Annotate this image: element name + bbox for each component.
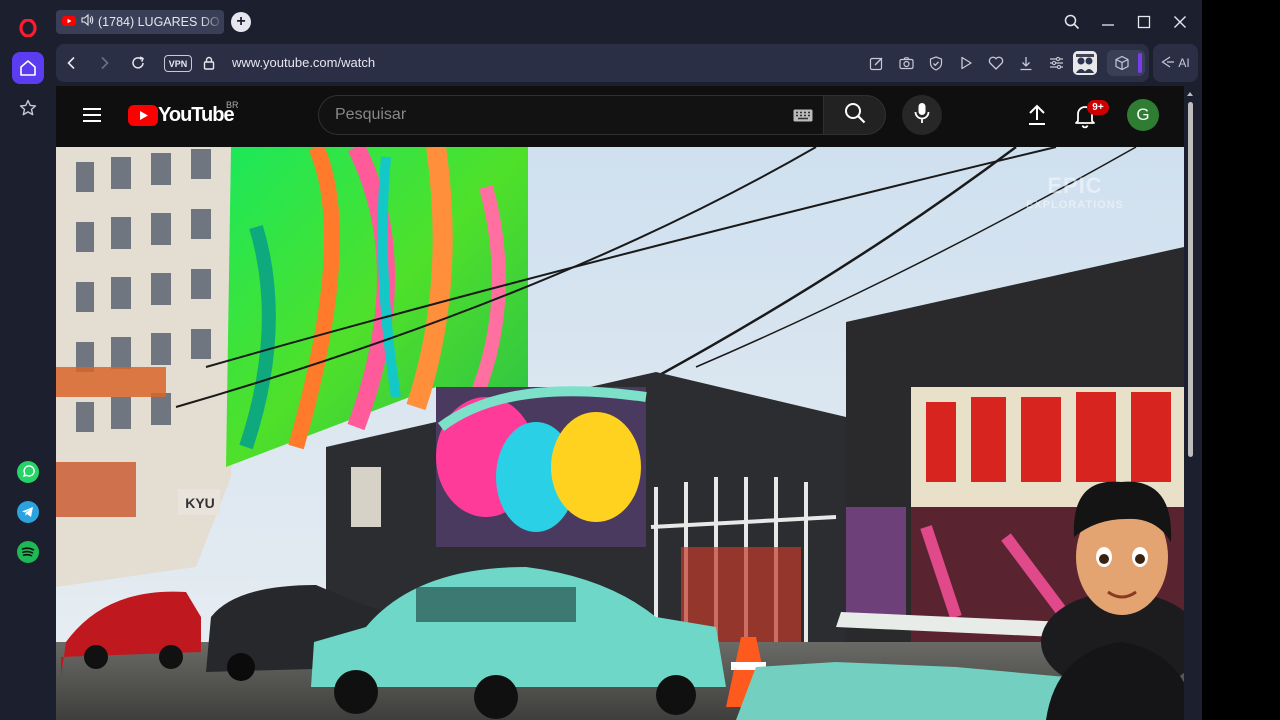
notification-badge: 9+ xyxy=(1087,100,1109,115)
lock-icon[interactable] xyxy=(199,53,219,73)
tab-fade xyxy=(200,10,224,34)
reload-icon[interactable] xyxy=(128,53,148,73)
region-code: BR xyxy=(226,100,239,110)
profile-extension-icon[interactable] xyxy=(1073,51,1097,75)
title-bar: (1784) LUGARES DO P + xyxy=(52,0,1202,44)
account-avatar[interactable]: G xyxy=(1127,99,1159,131)
minimize-icon[interactable] xyxy=(1096,10,1120,34)
upload-icon[interactable] xyxy=(1025,103,1049,132)
ai-label: AI xyxy=(1178,56,1190,70)
opera-logo-icon[interactable] xyxy=(12,12,44,44)
star-icon[interactable] xyxy=(12,92,44,124)
download-icon[interactable] xyxy=(1016,53,1036,73)
watermark-line1: EPIC xyxy=(1047,173,1103,198)
youtube-favicon-icon xyxy=(62,13,76,31)
voice-search-button[interactable] xyxy=(902,95,942,135)
close-icon[interactable] xyxy=(1168,10,1192,34)
maximize-icon[interactable] xyxy=(1132,10,1156,34)
aria-ai-button[interactable]: AI xyxy=(1153,44,1198,82)
forward-icon[interactable] xyxy=(94,53,114,73)
shop-sign: KYU xyxy=(185,495,215,511)
home-icon[interactable] xyxy=(12,52,44,84)
search-input[interactable]: Pesquisar xyxy=(335,106,406,124)
easy-setup-icon[interactable] xyxy=(1046,53,1066,73)
search-tabs-icon[interactable] xyxy=(1060,10,1084,34)
scrollbar-thumb[interactable] xyxy=(1188,102,1193,457)
video-frame-image xyxy=(56,147,1184,720)
new-tab-button[interactable]: + xyxy=(231,12,251,32)
url-field[interactable]: www.youtube.com/watch xyxy=(232,55,375,70)
heart-icon[interactable] xyxy=(986,53,1006,73)
search-icon xyxy=(844,102,866,129)
menu-icon[interactable] xyxy=(80,105,104,130)
back-icon[interactable] xyxy=(62,53,82,73)
vpn-button[interactable]: VPN xyxy=(164,55,192,72)
speaker-icon[interactable] xyxy=(81,13,94,31)
edit-page-icon[interactable] xyxy=(866,53,886,73)
youtube-header: YouTube BR Pesquisar 9+ G xyxy=(56,86,1184,146)
spotify-icon[interactable] xyxy=(12,536,44,568)
microphone-icon xyxy=(914,102,930,129)
scroll-up-icon[interactable] xyxy=(1186,90,1194,98)
extension-indicator xyxy=(1138,53,1142,73)
page-scrollbar[interactable] xyxy=(1186,90,1194,720)
active-tab[interactable]: (1784) LUGARES DO P xyxy=(56,10,224,34)
youtube-logo-text[interactable]: YouTube xyxy=(158,104,235,127)
watermark: EPIC EXPLORATIONS xyxy=(1026,173,1124,211)
browser-sidebar xyxy=(0,0,52,720)
play-icon[interactable] xyxy=(956,53,976,73)
keyboard-icon[interactable] xyxy=(793,109,813,127)
cube-icon xyxy=(1114,55,1130,76)
browser-window: (1784) LUGARES DO P + VPN www.youtube.co… xyxy=(0,0,1202,720)
sparkle-icon xyxy=(1161,55,1175,72)
youtube-logo-icon[interactable] xyxy=(128,105,158,131)
address-bar: VPN www.youtube.com/watch xyxy=(56,44,1149,82)
shield-check-icon[interactable] xyxy=(926,53,946,73)
camera-icon[interactable] xyxy=(896,53,916,73)
telegram-icon[interactable] xyxy=(12,496,44,528)
search-box[interactable]: Pesquisar xyxy=(318,95,824,135)
page-content: YouTube BR Pesquisar 9+ G EPIC EXPLORATI… xyxy=(56,86,1184,720)
video-player[interactable]: EPIC EXPLORATIONS KYU xyxy=(56,147,1184,720)
watermark-line2: EXPLORATIONS xyxy=(1026,199,1124,211)
search-button[interactable] xyxy=(823,95,886,135)
desktop-background xyxy=(1202,0,1280,720)
whatsapp-icon[interactable] xyxy=(12,456,44,488)
